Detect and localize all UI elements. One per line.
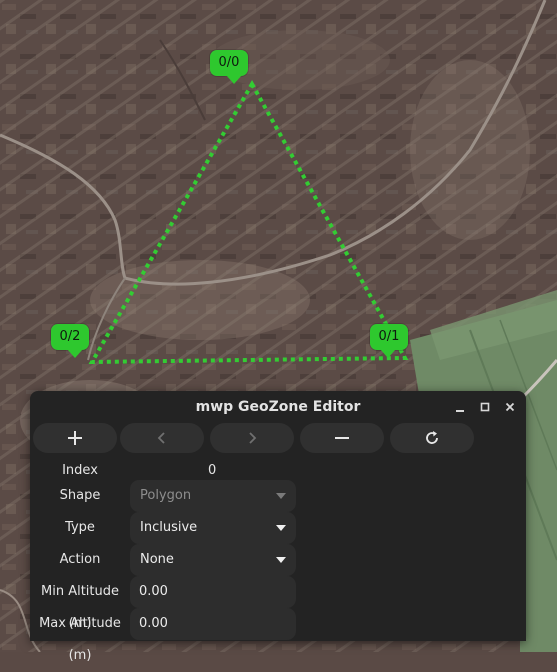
close-icon	[505, 402, 515, 412]
max-altitude-row: Max Altitude (m) 0.00	[30, 608, 526, 663]
type-value: Inclusive	[140, 520, 198, 535]
window-title: mwp GeoZone Editor	[195, 399, 361, 415]
minimize-icon	[456, 410, 464, 412]
geozone-marker-2[interactable]: 0/2	[51, 324, 89, 358]
maximize-icon	[480, 402, 490, 412]
previous-button[interactable]	[120, 423, 204, 453]
dropdown-arrow-icon	[276, 525, 286, 531]
minus-icon	[335, 437, 349, 439]
geozone-marker-0[interactable]: 0/0	[210, 50, 248, 84]
min-altitude-input[interactable]: 0.00	[130, 576, 296, 608]
chevron-left-icon	[157, 432, 165, 444]
refresh-icon	[426, 431, 438, 444]
add-button[interactable]	[33, 423, 117, 453]
maximize-button[interactable]	[475, 397, 495, 417]
action-label: Action	[59, 552, 101, 567]
shape-dropdown[interactable]: Polygon	[130, 480, 296, 512]
action-dropdown[interactable]: None	[130, 544, 296, 576]
next-button[interactable]	[210, 423, 294, 453]
shape-row: Shape Polygon	[30, 480, 526, 512]
type-dropdown[interactable]: Inclusive	[130, 512, 296, 544]
chevron-right-icon	[249, 432, 257, 444]
refresh-button[interactable]	[390, 423, 474, 453]
marker-label: 0/1	[378, 329, 400, 344]
type-label: Type	[65, 520, 95, 535]
action-value: None	[140, 552, 174, 567]
dropdown-arrow-icon	[276, 557, 286, 563]
marker-label: 0/2	[59, 329, 81, 344]
max-altitude-input[interactable]: 0.00	[130, 608, 296, 640]
min-altitude-row: Min Altitude (m) 0.00	[30, 576, 526, 631]
geozone-editor-dialog: mwp GeoZone Editor Index 0 Shape Polygon…	[30, 391, 526, 663]
type-row: Type Inclusive	[30, 512, 526, 544]
marker-label: 0/0	[218, 55, 240, 70]
shape-value: Polygon	[140, 488, 192, 503]
dropdown-arrow-icon	[276, 493, 286, 499]
title-bar[interactable]: mwp GeoZone Editor	[30, 391, 526, 423]
close-button[interactable]	[500, 397, 520, 417]
action-row: Action None	[30, 544, 526, 576]
geozone-marker-1[interactable]: 0/1	[370, 324, 408, 358]
minimize-button[interactable]	[450, 397, 470, 417]
shape-label: Shape	[59, 488, 101, 503]
max-altitude-label: Max Altitude (m)	[39, 616, 121, 663]
plus-icon	[68, 431, 82, 445]
remove-button[interactable]	[300, 423, 384, 453]
